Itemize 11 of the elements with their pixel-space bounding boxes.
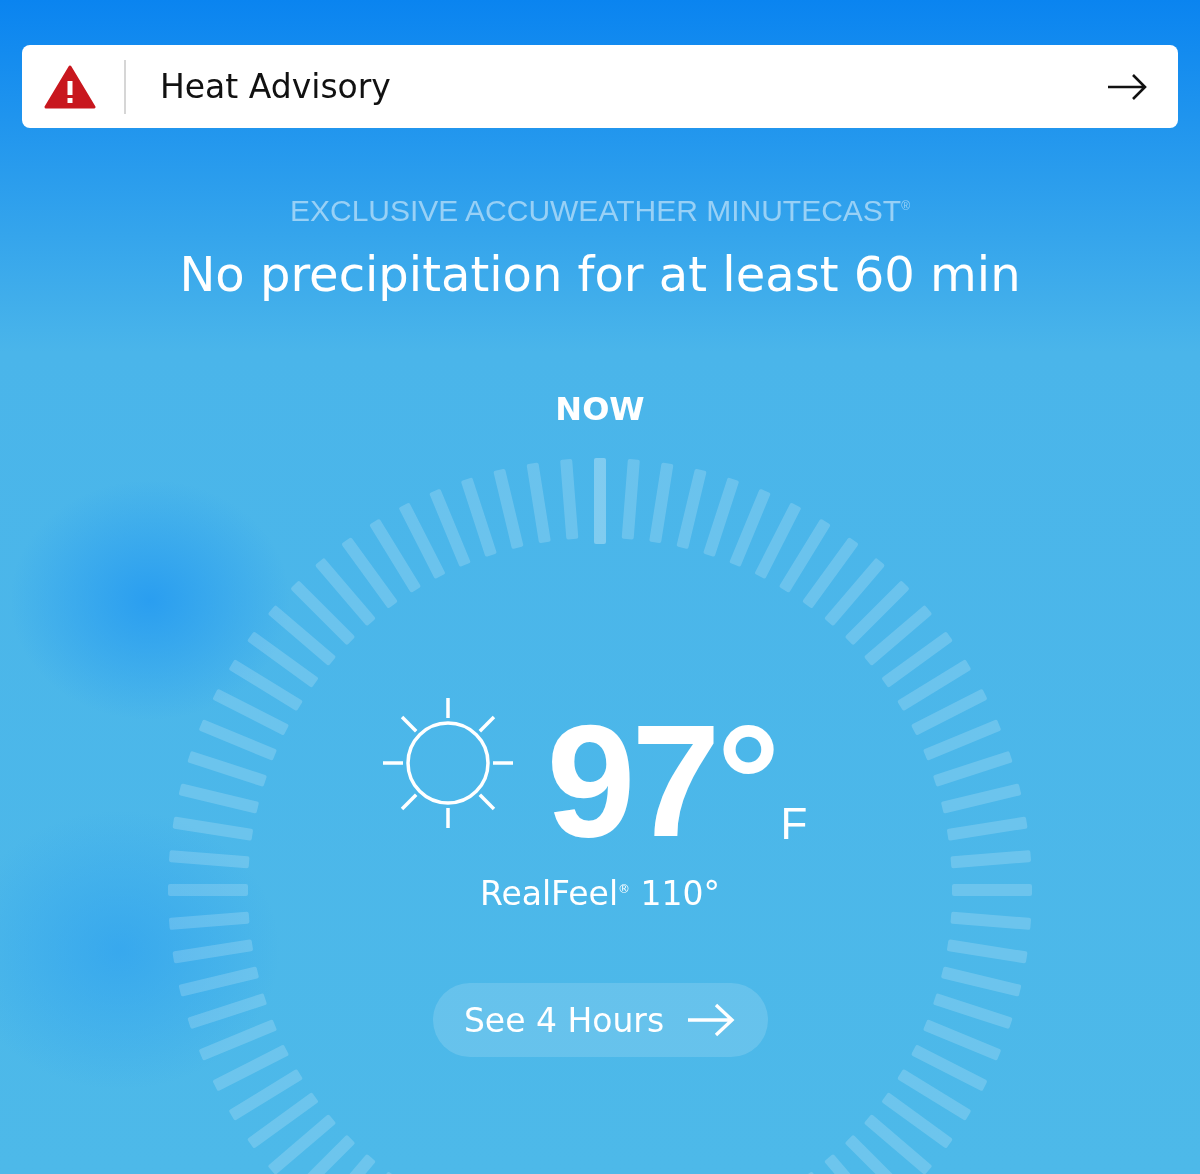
alert-banner[interactable]: Heat Advisory bbox=[22, 45, 1178, 128]
realfeel-temperature: RealFeel$^{®}$ 110° bbox=[479, 874, 721, 913]
alert-title: Heat Advisory bbox=[160, 67, 392, 106]
arrow-icon bbox=[686, 1002, 737, 1038]
temperature-unit: F bbox=[780, 802, 808, 846]
temperature: 97° bbox=[546, 716, 777, 846]
warning-icon bbox=[44, 64, 96, 109]
precipitation-summary: No precipitation for at least 60 min bbox=[179, 246, 1021, 302]
arrow-icon bbox=[1106, 72, 1148, 101]
now-label: NOW bbox=[555, 390, 645, 428]
minutecast-label: EXCLUSIVE ACCUWEATHER MINUTECAST$^{®}$ bbox=[289, 194, 910, 228]
